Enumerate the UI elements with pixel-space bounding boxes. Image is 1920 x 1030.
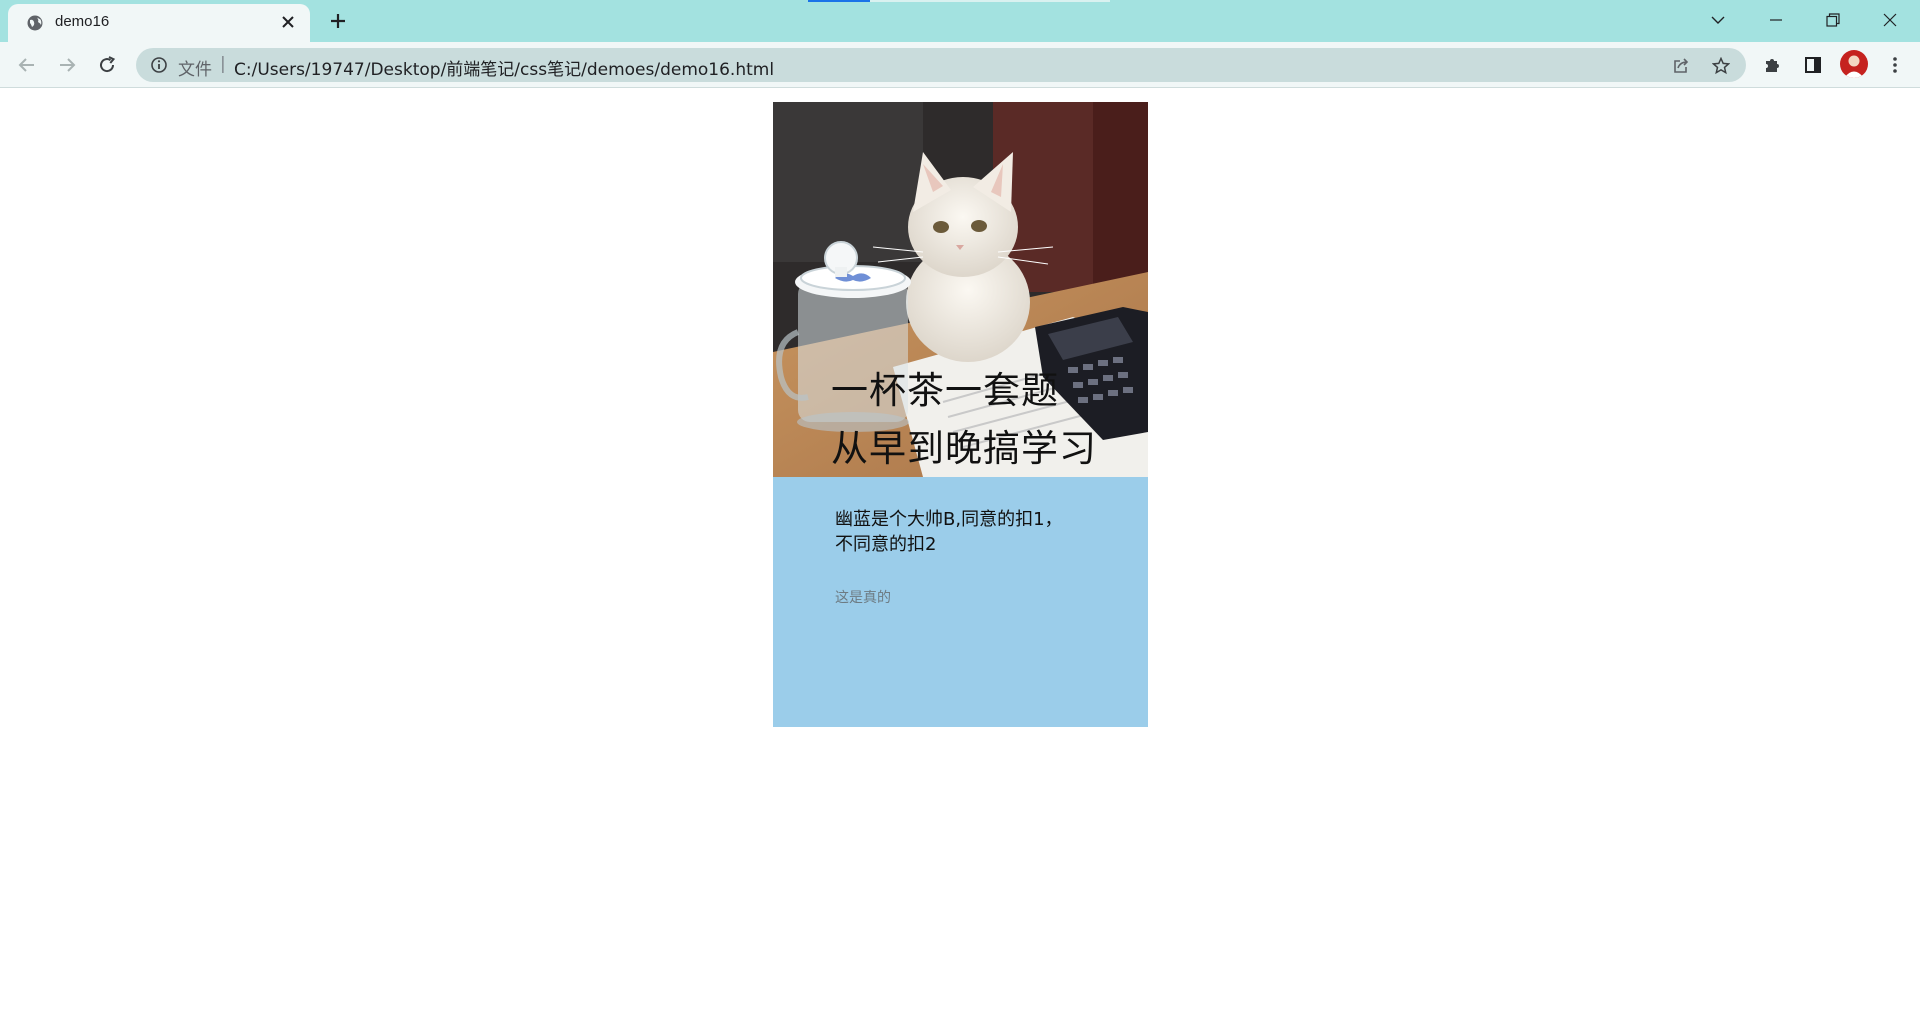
browser-toolbar: 文件 | C:/Users/19747/Desktop/前端笔记/css笔记/d… — [0, 42, 1920, 88]
page-viewport: 一杯茶一套题 从早到晚搞学习 幽蓝是个大帅B,同意的扣1， 不同意的扣2 这是真… — [0, 89, 1920, 1030]
side-panel-icon — [1805, 57, 1821, 73]
image-caption-line-1: 一杯茶一套题 — [831, 369, 1059, 412]
loading-track — [870, 0, 1110, 2]
content-card: 一杯茶一套题 从早到晚搞学习 幽蓝是个大帅B,同意的扣1， 不同意的扣2 这是真… — [773, 102, 1148, 727]
tab-search-button[interactable] — [1690, 0, 1746, 40]
share-icon — [1674, 58, 1689, 73]
avatar-icon — [1844, 55, 1864, 78]
card-note: 这是真的 — [835, 590, 891, 606]
globe-icon — [27, 15, 43, 31]
close-tab-button[interactable] — [278, 12, 298, 32]
back-button[interactable] — [12, 50, 42, 80]
image-caption-line-2: 从早到晚搞学习 — [831, 427, 1097, 470]
close-icon — [282, 16, 294, 28]
reload-button[interactable] — [92, 50, 122, 80]
address-bar[interactable]: 文件 | C:/Users/19747/Desktop/前端笔记/css笔记/d… — [136, 48, 1746, 82]
new-tab-button[interactable] — [325, 8, 351, 34]
cat-meme-image: 一杯茶一套题 从早到晚搞学习 — [773, 102, 1148, 477]
star-icon — [1712, 57, 1730, 75]
address-separator: | — [220, 54, 226, 74]
card-title-line-1: 幽蓝是个大帅B,同意的扣1， — [835, 509, 1063, 530]
chevron-down-icon — [1711, 16, 1725, 24]
extensions-button[interactable] — [1758, 50, 1788, 80]
card-title: 幽蓝是个大帅B,同意的扣1， 不同意的扣2 — [835, 507, 1095, 557]
kebab-menu-icon — [1893, 57, 1897, 73]
tab-demo16[interactable]: demo16 — [8, 4, 310, 42]
share-button[interactable] — [1668, 53, 1694, 79]
side-panel-button[interactable] — [1798, 50, 1828, 80]
minimize-icon — [1770, 19, 1782, 21]
forward-button[interactable] — [52, 50, 82, 80]
card-title-line-2: 不同意的扣2 — [835, 534, 937, 555]
arrow-left-icon — [18, 58, 34, 72]
arrow-right-icon — [60, 58, 76, 72]
close-window-button[interactable] — [1862, 0, 1918, 40]
tab-title: demo16 — [55, 13, 110, 30]
address-scheme-label: 文件 — [178, 60, 212, 80]
reload-icon — [100, 56, 116, 73]
browser-titlebar: demo16 — [0, 0, 1920, 42]
info-icon[interactable] — [150, 56, 168, 74]
card-body: 幽蓝是个大帅B,同意的扣1， 不同意的扣2 这是真的 — [835, 507, 1095, 607]
restore-icon — [1826, 13, 1840, 27]
close-icon — [1883, 13, 1897, 27]
browser-menu-button[interactable] — [1880, 50, 1910, 80]
plus-icon — [331, 14, 345, 28]
bookmark-button[interactable] — [1708, 53, 1734, 79]
address-url[interactable]: C:/Users/19747/Desktop/前端笔记/css笔记/demoes… — [234, 55, 774, 80]
minimize-button[interactable] — [1748, 0, 1804, 40]
profile-avatar[interactable] — [1840, 50, 1868, 78]
restore-button[interactable] — [1805, 0, 1861, 40]
loading-indicator — [808, 0, 870, 2]
puzzle-icon — [1766, 59, 1779, 72]
